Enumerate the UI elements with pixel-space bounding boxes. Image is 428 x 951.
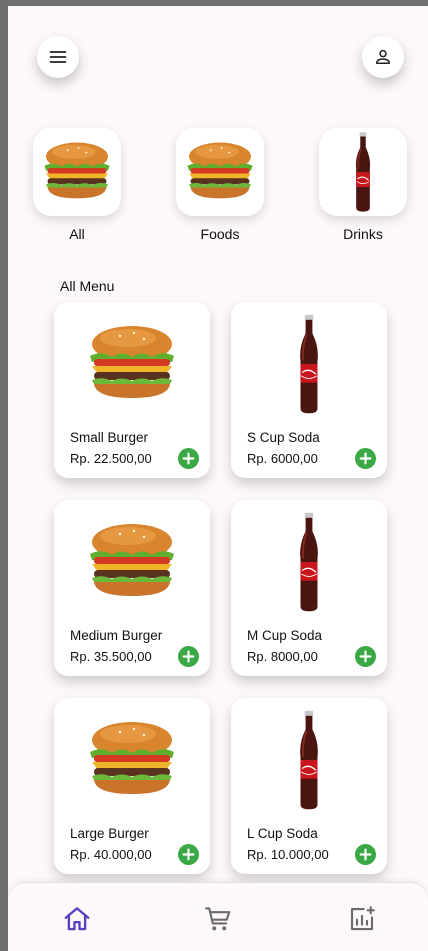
- menu-icon: [49, 51, 67, 63]
- add-to-cart-button[interactable]: [355, 646, 376, 667]
- app-screen: All Foods Drinks All Menu Small Burger R…: [8, 6, 428, 951]
- add-to-cart-button[interactable]: [178, 646, 199, 667]
- plus-icon: [182, 650, 195, 663]
- section-title: All Menu: [60, 278, 115, 294]
- plus-icon: [359, 650, 372, 663]
- category-label: Drinks: [343, 226, 383, 242]
- item-name: M Cup Soda: [247, 628, 323, 643]
- cart-icon: [205, 907, 231, 931]
- burger-image: [82, 324, 182, 404]
- category-foods[interactable]: Foods: [175, 128, 265, 242]
- plus-icon: [359, 848, 372, 861]
- person-icon: [376, 49, 390, 64]
- nav-reports[interactable]: [342, 899, 382, 939]
- profile-button[interactable]: [362, 36, 404, 78]
- plus-icon: [182, 848, 195, 861]
- nav-home[interactable]: [57, 899, 97, 939]
- item-name: S Cup Soda: [247, 430, 320, 445]
- item-price: Rp. 10.000,00: [247, 847, 329, 862]
- bottom-navigation: [8, 882, 428, 951]
- category-label: All: [69, 226, 85, 242]
- menu-item-card[interactable]: Small Burger Rp. 22.500,00: [54, 302, 210, 478]
- add-to-cart-button[interactable]: [178, 844, 199, 865]
- item-price: Rp. 8000,00: [247, 649, 318, 664]
- category-drinks[interactable]: Drinks: [318, 128, 408, 242]
- item-name: Large Burger: [70, 826, 149, 841]
- home-icon: [64, 907, 90, 931]
- item-price: Rp. 40.000,00: [70, 847, 152, 862]
- category-all[interactable]: All: [32, 128, 122, 242]
- item-name: Medium Burger: [70, 628, 163, 643]
- category-card[interactable]: [176, 128, 264, 216]
- plus-icon: [359, 452, 372, 465]
- add-to-cart-button[interactable]: [355, 844, 376, 865]
- add-to-cart-button[interactable]: [178, 448, 199, 469]
- category-card[interactable]: [33, 128, 121, 216]
- cola-bottle-image: [349, 131, 377, 213]
- cola-bottle-image: [292, 312, 326, 416]
- nav-cart[interactable]: [198, 899, 238, 939]
- menu-item-card[interactable]: L Cup Soda Rp. 10.000,00: [231, 698, 387, 874]
- burger-image: [82, 522, 182, 602]
- burger-image: [82, 720, 182, 800]
- burger-image: [181, 141, 259, 203]
- menu-item-card[interactable]: M Cup Soda Rp. 8000,00: [231, 500, 387, 676]
- menu-item-card[interactable]: Large Burger Rp. 40.000,00: [54, 698, 210, 874]
- menu-item-card[interactable]: S Cup Soda Rp. 6000,00: [231, 302, 387, 478]
- item-name: Small Burger: [70, 430, 149, 445]
- item-price: Rp. 35.500,00: [70, 649, 152, 664]
- add-chart-icon: [350, 906, 375, 931]
- cola-bottle-image: [292, 510, 326, 614]
- item-price: Rp. 22.500,00: [70, 451, 152, 466]
- menu-button[interactable]: [37, 36, 79, 78]
- category-label: Foods: [200, 226, 240, 242]
- add-to-cart-button[interactable]: [355, 448, 376, 469]
- item-name: L Cup Soda: [247, 826, 318, 841]
- cola-bottle-image: [292, 708, 326, 812]
- plus-icon: [182, 452, 195, 465]
- menu-item-card[interactable]: Medium Burger Rp. 35.500,00: [54, 500, 210, 676]
- burger-image: [38, 141, 116, 203]
- item-price: Rp. 6000,00: [247, 451, 318, 466]
- category-card[interactable]: [319, 128, 407, 216]
